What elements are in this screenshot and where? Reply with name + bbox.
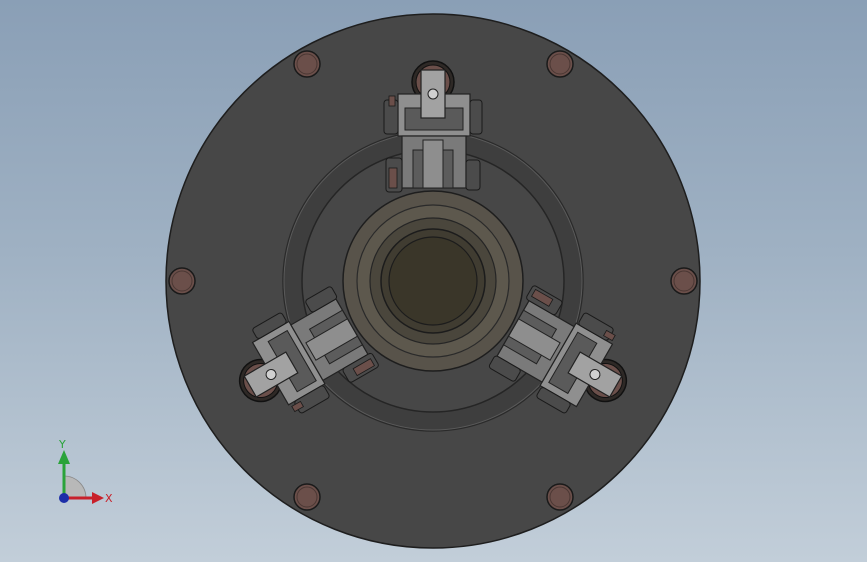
bolt-hole[interactable] — [293, 483, 321, 511]
graphics-viewport[interactable]: Y X — [0, 0, 867, 562]
bolt-hole[interactable] — [168, 267, 196, 295]
x-axis-label: X — [105, 492, 113, 505]
bolt-hole[interactable] — [293, 50, 321, 78]
x-axis-arrow-icon — [92, 492, 104, 504]
cad-model[interactable] — [0, 0, 867, 562]
y-axis-label: Y — [58, 438, 66, 451]
view-triad[interactable]: Y X — [44, 436, 114, 512]
y-axis-arrow-icon — [58, 450, 70, 464]
bolt-hole[interactable] — [546, 50, 574, 78]
bolt-hole[interactable] — [546, 483, 574, 511]
z-axis-dot-icon — [59, 493, 69, 503]
bolt-hole[interactable] — [670, 267, 698, 295]
